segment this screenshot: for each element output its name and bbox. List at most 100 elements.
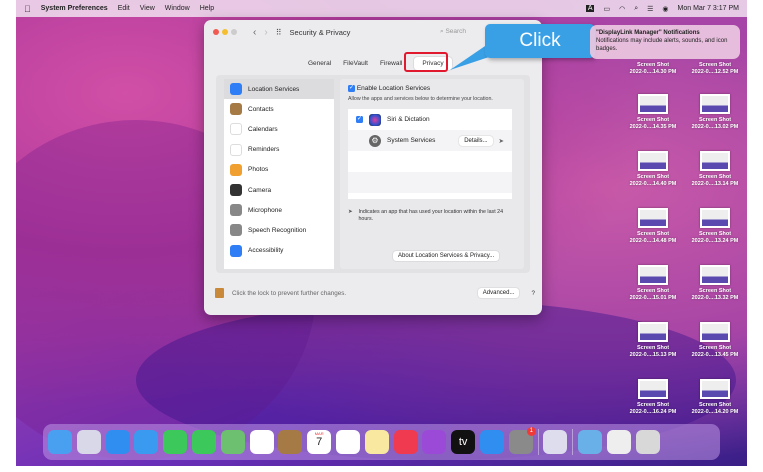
desktop-file[interactable]: Screen Shot 2022-0....13.14 PM <box>684 151 746 188</box>
sidebar-item[interactable]: Accessibility <box>224 241 334 261</box>
dock-icon-text: tv <box>458 436 468 448</box>
dock-facetime-icon[interactable] <box>163 430 188 454</box>
dock-folder-icon[interactable] <box>577 430 602 454</box>
sidebar-item[interactable]: Reminders <box>224 140 334 160</box>
dock-finder-icon[interactable] <box>48 430 72 454</box>
menu-app-name[interactable]: System Preferences <box>41 5 108 12</box>
dock-podcasts-icon[interactable] <box>422 430 447 454</box>
dock-system-preferences-icon[interactable]: 1 <box>508 427 536 454</box>
desktop-file[interactable]: Screen Shot 2022-0....15.01 PM <box>622 265 684 302</box>
screenshot-thumbnail <box>700 322 730 342</box>
dock-contacts-icon[interactable] <box>278 430 303 454</box>
grid-icon[interactable]: ⠿ <box>276 28 282 37</box>
desktop-file[interactable]: Screen Shot 2022-0....14.30 PM <box>622 39 684 76</box>
desktop-file[interactable]: Screen Shot 2022-0....13.45 PM <box>684 322 746 359</box>
help-button[interactable]: ? <box>531 290 535 297</box>
sidebar-item[interactable]: Calendars <box>224 119 334 139</box>
file-name: Screen Shot <box>698 117 732 123</box>
desktop-file[interactable]: Screen Shot 2022-0....14.40 PM <box>622 151 684 188</box>
sidebar-item[interactable]: Microphone <box>224 200 334 220</box>
advanced-button[interactable]: Advanced... <box>477 288 520 298</box>
dock-launchpad-icon[interactable] <box>76 430 101 454</box>
file-date: 2022-0....15.01 PM <box>629 295 677 301</box>
file-name: Screen Shot <box>636 402 670 408</box>
search-field[interactable]: ⌕ Search <box>440 28 466 36</box>
sidebar-item[interactable]: Camera <box>224 180 334 200</box>
location-arrow-icon <box>230 83 242 96</box>
app-label: Siri & Dictation <box>387 116 430 123</box>
lock-icon[interactable] <box>215 288 224 298</box>
file-name: Screen Shot <box>636 174 670 180</box>
dock-photos-icon[interactable] <box>249 430 274 454</box>
menu-window[interactable]: Window <box>165 5 190 12</box>
sidebar-item[interactable]: Location Services <box>224 79 334 100</box>
dock-reminders-icon[interactable] <box>335 430 360 454</box>
dock-mail-icon[interactable] <box>134 430 159 454</box>
menu-view[interactable]: View <box>140 5 155 12</box>
tab-firewall[interactable]: Firewall <box>376 57 406 70</box>
screenshot-thumbnail <box>638 94 668 114</box>
control-center-icon[interactable]: ☰ <box>647 5 653 13</box>
notification-badge: 1 <box>526 427 536 436</box>
zoom-button[interactable] <box>231 29 237 35</box>
dock-notes-icon[interactable] <box>364 430 389 454</box>
input-source-icon[interactable]: A <box>585 5 595 12</box>
siri-checkbox[interactable]: ✓ <box>356 116 363 123</box>
desktop-file[interactable]: Screen Shot 2022-0....14.48 PM <box>622 208 684 245</box>
desktop-file[interactable]: Screen Shot 2022-0....13.32 PM <box>684 265 746 302</box>
desktop-file[interactable]: Screen Shot 2022-0....14.35 PM <box>622 94 684 131</box>
about-location-button[interactable]: About Location Services & Privacy... <box>393 251 500 261</box>
click-callout: Click <box>485 24 595 58</box>
dock-trash-icon[interactable] <box>635 430 660 454</box>
list-item[interactable]: ✓ Siri & Dictation <box>348 109 512 130</box>
sidebar-item[interactable]: Photos <box>224 160 334 180</box>
menu-help[interactable]: Help <box>200 5 214 12</box>
sidebar-item[interactable]: Contacts <box>224 99 334 119</box>
dock-messages-icon[interactable] <box>191 430 216 454</box>
screenshot-thumbnail <box>700 208 730 228</box>
file-date: 2022-0....15.13 PM <box>629 352 677 358</box>
list-item[interactable]: ⚙ System Services Details... ➤ <box>348 130 512 151</box>
sidebar-item-label: Contacts <box>248 105 274 113</box>
menu-edit[interactable]: Edit <box>118 5 130 12</box>
battery-icon[interactable]: ▭ <box>603 5 610 13</box>
desktop:  System Preferences Edit View Window He… <box>16 0 747 466</box>
file-date: 2022-0....13.02 PM <box>691 124 739 130</box>
close-button[interactable] <box>213 29 219 35</box>
location-pane: ✓ Enable Location Services Allow the app… <box>340 79 524 269</box>
wifi-icon[interactable]: ◠ <box>619 5 625 13</box>
dock-tv-icon[interactable]: tv <box>451 430 476 454</box>
dock-calendar-icon[interactable]: 7 MAR <box>307 430 332 454</box>
enable-location-checkbox[interactable]: ✓ <box>348 85 355 92</box>
dock-preview-icon[interactable] <box>543 430 568 454</box>
siri-icon[interactable]: ◉ <box>662 5 668 13</box>
back-icon[interactable]: ‹ <box>253 27 256 38</box>
file-name: Screen Shot <box>636 345 670 351</box>
sidebar-item[interactable]: Speech Recognition <box>224 220 334 240</box>
minimize-button[interactable] <box>222 29 228 35</box>
clock[interactable]: Mon Mar 7 3:17 PM <box>678 5 739 12</box>
tab-filevault[interactable]: FileVault <box>339 57 372 70</box>
desktop-file[interactable]: Screen Shot 2022-0....15.13 PM <box>622 322 684 359</box>
sidebar-item-label: Microphone <box>248 206 282 214</box>
tab-general[interactable]: General <box>304 57 335 70</box>
desktop-file[interactable]: Screen Shot 2022-0....14.20 PM <box>684 379 746 416</box>
dock-maps-icon[interactable] <box>220 430 245 454</box>
forward-icon[interactable]: › <box>264 27 267 38</box>
screenshot-thumbnail <box>638 151 668 171</box>
location-legend: ➤ Indicates an app that has used your lo… <box>348 209 513 223</box>
menu-bar:  System Preferences Edit View Window He… <box>16 0 747 17</box>
dock-document-icon[interactable] <box>606 430 631 454</box>
desktop-file[interactable]: Screen Shot 2022-0....12.52 PM <box>684 39 746 76</box>
dock-safari-icon[interactable] <box>105 430 130 454</box>
details-button[interactable]: Details... <box>459 135 493 146</box>
search-icon[interactable]: ⌕ <box>634 5 638 13</box>
desktop-file[interactable]: Screen Shot 2022-0....13.02 PM <box>684 94 746 131</box>
reminders-icon <box>230 143 242 156</box>
dock-music-icon[interactable] <box>393 430 418 454</box>
file-name: Screen Shot <box>698 231 732 237</box>
dock-app-store-icon[interactable] <box>479 430 504 454</box>
desktop-file[interactable]: Screen Shot 2022-0....16.24 PM <box>622 379 684 416</box>
apple-icon[interactable]:  <box>24 4 31 14</box>
desktop-file[interactable]: Screen Shot 2022-0....13.24 PM <box>684 208 746 245</box>
